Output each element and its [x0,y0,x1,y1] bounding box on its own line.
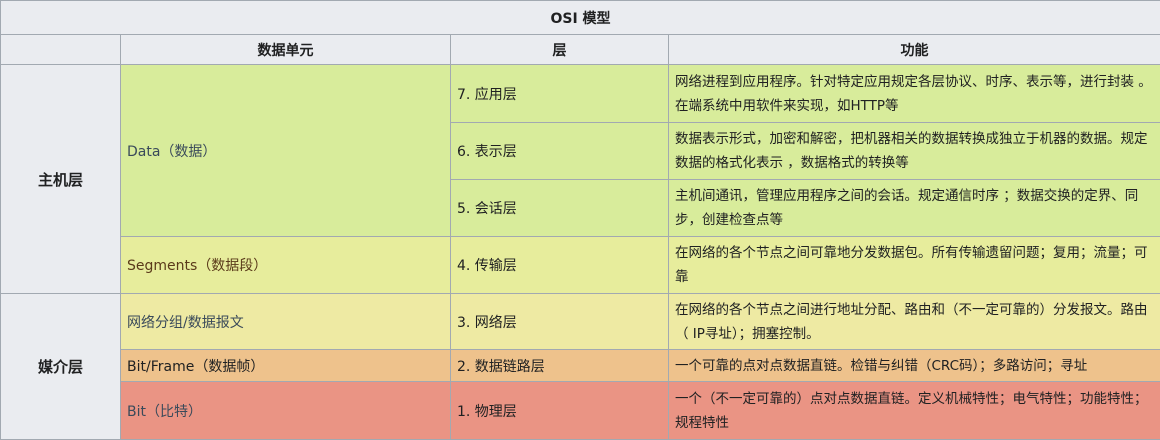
function-application: 网络进程到应用程序。针对特定应用规定各层协议、时序、表示等，进行封装 。在端系统… [669,65,1160,123]
layer-session: 5. 会话层 [451,180,669,237]
table-row: Bit/Frame（数据帧） 2. 数据链路层 一个可靠的点对点数据直链。检错与… [1,350,1160,382]
table-row: Bit（比特） 1. 物理层 一个（不一定可靠的）点对点数据直链。定义机械特性；… [1,382,1160,440]
osi-model-table: OSI 模型 数据单元 层 功能 主机层 Data（数据） 7. 应用层 网络进… [0,0,1160,440]
header-blank-cell [1,35,121,65]
group-media-layers: 媒介层 [1,294,121,440]
table-row: 主机层 Data（数据） 7. 应用层 网络进程到应用程序。针对特定应用规定各层… [1,65,1160,123]
unit-data: Data（数据） [121,65,451,237]
unit-segments: Segments（数据段） [121,237,451,294]
header-layer: 层 [451,35,669,65]
unit-packet: 网络分组/数据报文 [121,294,451,350]
layer-network: 3. 网络层 [451,294,669,350]
layer-transport: 4. 传输层 [451,237,669,294]
header-unit: 数据单元 [121,35,451,65]
table-row: 媒介层 网络分组/数据报文 3. 网络层 在网络的各个节点之间进行地址分配、路由… [1,294,1160,350]
layer-presentation: 6. 表示层 [451,123,669,180]
table-caption: OSI 模型 [1,1,1160,35]
layer-physical: 1. 物理层 [451,382,669,440]
function-network: 在网络的各个节点之间进行地址分配、路由和（不一定可靠的）分发报文。路由（ IP寻… [669,294,1160,350]
group-host-layers: 主机层 [1,65,121,294]
function-physical: 一个（不一定可靠的）点对点数据直链。定义机械特性；电气特性；功能特性；规程特性 [669,382,1160,440]
function-session: 主机间通讯，管理应用程序之间的会话。规定通信时序 ；数据交换的定界、同步，创建检… [669,180,1160,237]
table-row: Segments（数据段） 4. 传输层 在网络的各个节点之间可靠地分发数据包。… [1,237,1160,294]
header-function: 功能 [669,35,1160,65]
function-transport: 在网络的各个节点之间可靠地分发数据包。所有传输遗留问题；复用；流量；可靠 [669,237,1160,294]
layer-application: 7. 应用层 [451,65,669,123]
function-data-link: 一个可靠的点对点数据直链。检错与纠错（CRC码）；多路访问；寻址 [669,350,1160,382]
layer-data-link: 2. 数据链路层 [451,350,669,382]
function-presentation: 数据表示形式，加密和解密，把机器相关的数据转换成独立于机器的数据。规定数据的格式… [669,123,1160,180]
unit-bit: Bit（比特） [121,382,451,440]
unit-frame: Bit/Frame（数据帧） [121,350,451,382]
